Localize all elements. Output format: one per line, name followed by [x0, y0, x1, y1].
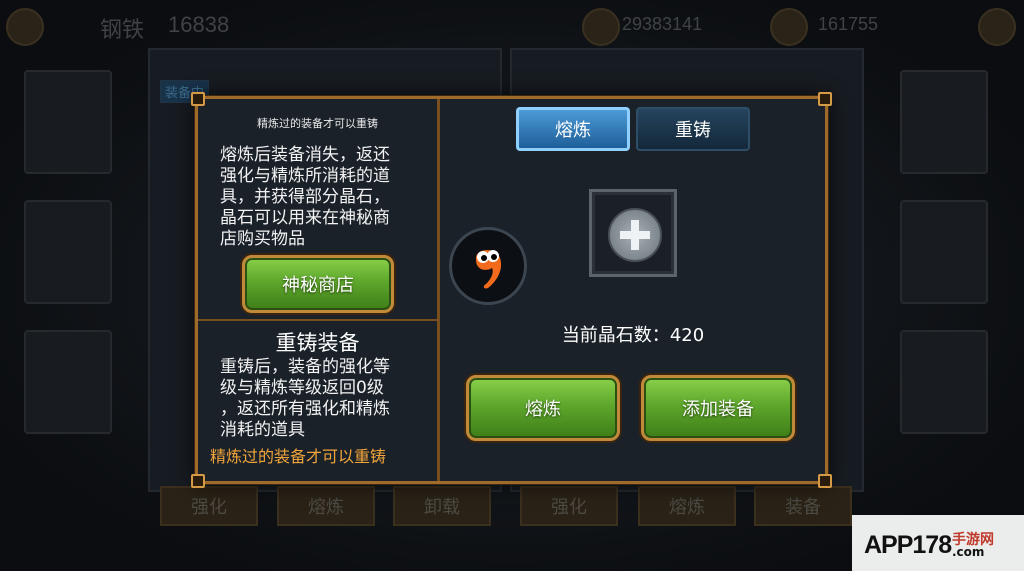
player-id: 16838 — [168, 12, 230, 37]
gold-coin-icon — [582, 8, 620, 46]
smelt-caption: 精炼过的装备才可以重铸 — [257, 117, 378, 130]
smelt-description-line: 店购买物品 — [220, 229, 305, 249]
recast-description-line: 重铸后，装备的强化等 — [220, 357, 390, 377]
top-status-bar: 钢铁 16838 29383141 161755 — [0, 0, 1024, 52]
gem-icon — [770, 8, 808, 46]
smelt-recast-dialog: 精炼过的装备才可以重铸 熔炼后装备消失，返还 强化与精炼所消耗的道 具，并获得部… — [191, 92, 832, 488]
smelt-button[interactable]: 熔炼 — [466, 375, 620, 441]
watermark-main: APP178 — [864, 531, 952, 559]
bg-smelt-button[interactable]: 熔炼 — [277, 486, 375, 526]
plus-icon[interactable] — [608, 208, 662, 262]
recast-description: 重铸后，装备的强化等 级与精炼等级返回0级 ，返还所有强化和精炼 消耗的道具 — [220, 357, 420, 441]
add-equipment-button[interactable]: 添加装备 — [641, 375, 795, 441]
mystery-shop-button[interactable]: 神秘商店 — [242, 255, 394, 313]
recast-info-section: 重铸装备 重铸后，装备的强化等 级与精炼等级返回0级 ，返还所有强化和精炼 消耗… — [198, 323, 437, 481]
hero-slot[interactable] — [24, 200, 112, 304]
corner-ornament — [818, 474, 832, 488]
watermark-domain: .com — [952, 545, 985, 559]
equipment-slot[interactable] — [589, 189, 677, 277]
bg-enhance-button[interactable]: 强化 — [520, 486, 618, 526]
smelt-description-line: 强化与精炼所消耗的道 — [220, 166, 390, 186]
bg-enhance-button[interactable]: 强化 — [160, 486, 258, 526]
close-icon[interactable] — [978, 8, 1016, 46]
bg-smelt-button[interactable]: 熔炼 — [638, 486, 736, 526]
gem-amount: 161755 — [818, 14, 879, 34]
crystal-count-display: 当前晶石数：420 — [438, 321, 828, 347]
recast-description-line: 消耗的道具 — [220, 420, 305, 440]
smelt-info-section: 精炼过的装备才可以重铸 熔炼后装备消失，返还 强化与精炼所消耗的道 具，并获得部… — [198, 99, 437, 321]
recast-title: 重铸装备 — [275, 331, 360, 355]
gold-amount: 29383141 — [622, 14, 703, 34]
info-column: 精炼过的装备才可以重铸 熔炼后装备消失，返还 强化与精炼所消耗的道 具，并获得部… — [198, 99, 440, 481]
player-name: 钢铁 — [100, 17, 145, 42]
recast-description-line: ，返还所有强化和精炼 — [220, 399, 390, 419]
bg-unequip-button[interactable]: 卸载 — [393, 486, 491, 526]
tab-smelt[interactable]: 熔炼 — [516, 107, 630, 151]
smelt-description-line: 晶石可以用来在神秘商 — [220, 208, 390, 228]
crystal-count-label: 当前晶石数： — [561, 325, 670, 346]
hero-slot[interactable] — [900, 200, 988, 304]
hero-slot[interactable] — [900, 70, 988, 174]
tab-recast[interactable]: 重铸 — [636, 107, 750, 151]
crystal-count-value: 420 — [669, 325, 705, 346]
smelt-description-line: 具，并获得部分晶石， — [220, 187, 390, 207]
smelt-description-line: 熔炼后装备消失，返还 — [220, 145, 390, 165]
recast-description-line: 级与精炼等级返回0级 — [220, 378, 384, 398]
recast-warning: 精炼过的装备才可以重铸 — [210, 447, 387, 466]
hero-slot[interactable] — [24, 70, 112, 174]
corner-ornament — [818, 92, 832, 106]
smelt-description: 熔炼后装备消失，返还 强化与精炼所消耗的道 具，并获得部分晶石， 晶石可以用来在… — [220, 145, 420, 250]
bg-equip-button[interactable]: 装备 — [754, 486, 852, 526]
mascot-icon — [449, 227, 527, 305]
site-watermark: APP178 手游网 .com — [852, 515, 1024, 571]
hero-slot[interactable] — [900, 330, 988, 434]
hero-slot[interactable] — [24, 330, 112, 434]
back-icon[interactable] — [6, 8, 44, 46]
